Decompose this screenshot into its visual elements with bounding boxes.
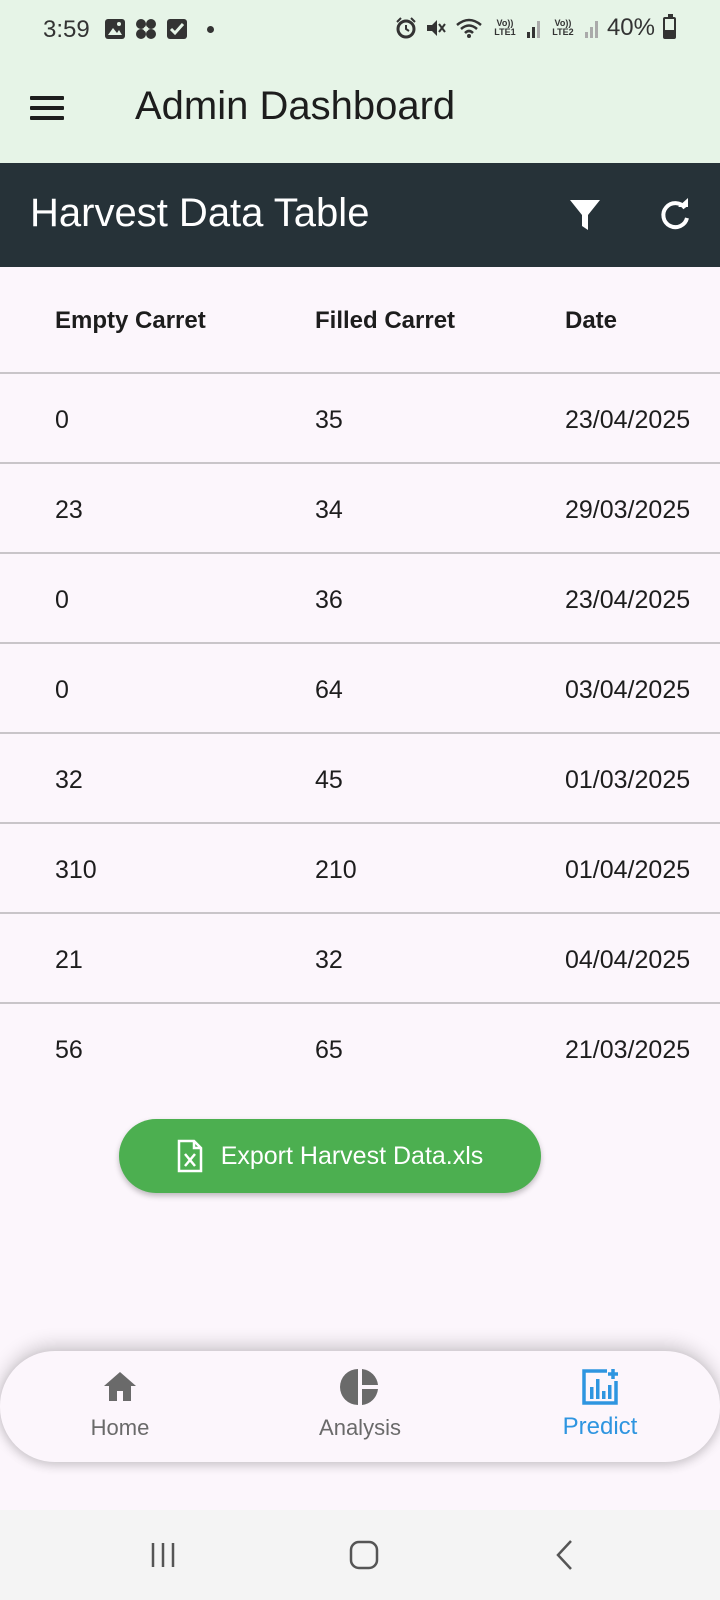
status-time: 3:59 bbox=[43, 16, 90, 43]
table-header-row: Empty Carret Filled Carret Date bbox=[0, 267, 720, 374]
table-header: Harvest Data Table bbox=[0, 163, 720, 267]
more-notifications-dot bbox=[207, 25, 214, 33]
filled-carret-cell: 36 bbox=[315, 586, 343, 614]
export-button-label: Export Harvest Data.xls bbox=[220, 1141, 484, 1170]
battery-icon bbox=[663, 14, 676, 39]
system-home-icon bbox=[349, 1540, 379, 1570]
date-cell: 29/03/2025 bbox=[565, 496, 691, 524]
refresh-button[interactable] bbox=[651, 191, 699, 239]
table-row[interactable]: 56 65 21/03/2025 bbox=[0, 1004, 720, 1094]
home-icon bbox=[104, 1372, 136, 1401]
network-1: Vo)) LTE1 bbox=[494, 18, 516, 37]
filled-carret-cell: 210 bbox=[315, 856, 357, 884]
empty-carret-cell: 21 bbox=[55, 946, 83, 974]
filled-carret-cell: 45 bbox=[315, 766, 343, 794]
table-row[interactable]: 310 210 01/04/2025 bbox=[0, 824, 720, 914]
screen: 3:59 Vo)) LTE1 Vo)) LTE2 40% Admin Dashb… bbox=[0, 0, 720, 1600]
status-bar: 3:59 Vo)) LTE1 Vo)) LTE2 40% bbox=[0, 0, 720, 60]
empty-carret-cell: 0 bbox=[55, 676, 69, 704]
signal-icon-1 bbox=[526, 21, 540, 38]
filled-carret-cell: 64 bbox=[315, 676, 343, 704]
table-row[interactable]: 0 36 23/04/2025 bbox=[0, 554, 720, 644]
empty-carret-cell: 310 bbox=[55, 856, 97, 884]
bottom-navigation: Home Analysis Predict bbox=[0, 1351, 720, 1462]
table-row[interactable]: 0 64 03/04/2025 bbox=[0, 644, 720, 734]
table-row[interactable]: 0 35 23/04/2025 bbox=[0, 374, 720, 464]
table-row[interactable]: 21 32 04/04/2025 bbox=[0, 914, 720, 1004]
nav-analysis-label: Analysis bbox=[319, 1415, 401, 1440]
checkbox-icon bbox=[167, 19, 187, 39]
signal-icon-2 bbox=[584, 21, 598, 38]
wifi-icon bbox=[456, 18, 482, 38]
column-header[interactable]: Filled Carret bbox=[315, 307, 455, 335]
refresh-icon bbox=[661, 198, 689, 230]
filter-button[interactable] bbox=[561, 191, 609, 239]
fan-icon bbox=[136, 19, 156, 39]
date-cell: 03/04/2025 bbox=[565, 676, 691, 704]
mute-icon bbox=[426, 20, 446, 36]
column-header[interactable]: Empty Carret bbox=[55, 307, 206, 335]
status-right: Vo)) LTE1 Vo)) LTE2 40% bbox=[395, 14, 676, 42]
notification-icons bbox=[104, 18, 214, 40]
export-harvest-data-button[interactable]: Export Harvest Data.xls bbox=[119, 1119, 541, 1193]
harvest-data-table: Empty Carret Filled Carret Date 0 35 23/… bbox=[0, 267, 720, 1094]
recent-apps-icon bbox=[151, 1543, 175, 1567]
filled-carret-cell: 32 bbox=[315, 946, 343, 974]
column-header[interactable]: Date bbox=[565, 307, 617, 335]
nav-home[interactable]: Home bbox=[40, 1367, 200, 1452]
filled-carret-cell: 35 bbox=[315, 406, 343, 434]
battery-percent: 40% bbox=[606, 14, 655, 41]
predict-chart-icon bbox=[582, 1369, 618, 1405]
alarm-icon bbox=[396, 17, 416, 39]
back-icon bbox=[556, 1540, 572, 1570]
date-cell: 23/04/2025 bbox=[565, 406, 691, 434]
nav-home-label: Home bbox=[90, 1415, 150, 1440]
recent-apps-button[interactable] bbox=[138, 1532, 188, 1578]
system-navigation-bar bbox=[0, 1510, 720, 1600]
table-title: Harvest Data Table bbox=[30, 191, 370, 235]
top-area: 3:59 Vo)) LTE1 Vo)) LTE2 40% Admin Dashb… bbox=[0, 0, 720, 163]
date-cell: 23/04/2025 bbox=[565, 586, 691, 614]
date-cell: 21/03/2025 bbox=[565, 1036, 691, 1064]
filled-carret-cell: 34 bbox=[315, 496, 343, 524]
table-row[interactable]: 23 34 29/03/2025 bbox=[0, 464, 720, 554]
pie-chart-icon bbox=[340, 1369, 378, 1405]
empty-carret-cell: 0 bbox=[55, 586, 69, 614]
back-button[interactable] bbox=[540, 1532, 590, 1578]
system-home-button[interactable] bbox=[339, 1532, 389, 1578]
app-title: Admin Dashboard bbox=[135, 84, 456, 128]
empty-carret-cell: 56 bbox=[55, 1036, 83, 1064]
excel-file-icon bbox=[177, 1139, 202, 1173]
empty-carret-cell: 32 bbox=[55, 766, 83, 794]
nav-predict[interactable]: Predict bbox=[520, 1367, 680, 1452]
date-cell: 01/03/2025 bbox=[565, 766, 691, 794]
nav-analysis[interactable]: Analysis bbox=[280, 1367, 440, 1452]
app-bar: Admin Dashboard bbox=[0, 60, 720, 163]
gallery-icon bbox=[105, 19, 125, 39]
network-2: Vo)) LTE2 bbox=[552, 18, 574, 37]
table-row[interactable]: 32 45 01/03/2025 bbox=[0, 734, 720, 824]
filter-icon bbox=[570, 200, 600, 230]
empty-carret-cell: 23 bbox=[55, 496, 83, 524]
menu-icon[interactable] bbox=[30, 90, 74, 134]
date-cell: 01/04/2025 bbox=[565, 856, 691, 884]
nav-predict-label: Predict bbox=[562, 1413, 638, 1440]
empty-carret-cell: 0 bbox=[55, 406, 69, 434]
filled-carret-cell: 65 bbox=[315, 1036, 343, 1064]
date-cell: 04/04/2025 bbox=[565, 946, 691, 974]
